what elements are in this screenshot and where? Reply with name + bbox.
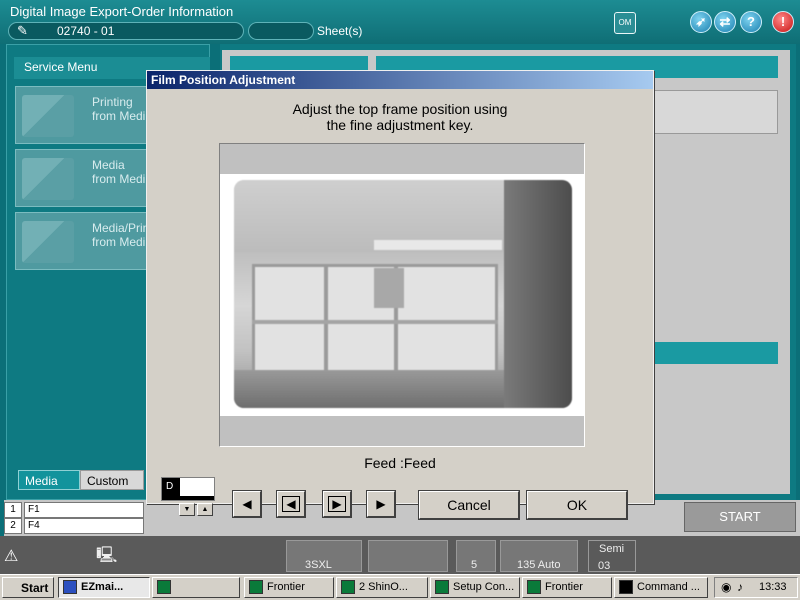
order-number-field: ✎ 02740 - 01 [8, 22, 244, 40]
sheets-count-field [248, 22, 314, 40]
sheets-label: Sheet(s) [317, 24, 363, 38]
warning-triangle-icon: ⚠ [4, 548, 19, 565]
feed-label: Feed :Feed [364, 455, 436, 471]
start-button-taskbar[interactable]: Start [2, 577, 54, 598]
taskbar-item[interactable]: Frontier [244, 577, 334, 598]
app-icon [249, 580, 263, 594]
density-label: D [162, 478, 180, 500]
status-cell: Semi [588, 540, 636, 572]
printing-icon [22, 95, 74, 137]
taskbar-item-label: Frontier [267, 581, 305, 593]
frame-back-button[interactable]: ◀ [232, 490, 262, 518]
info-box [654, 90, 778, 134]
cancel-button[interactable]: Cancel [418, 490, 520, 520]
computer-icon: 🖳 [96, 547, 118, 564]
spin-down-button[interactable]: ▼ [179, 503, 195, 516]
app-title: Digital Image Export-Order Information [10, 4, 234, 19]
help-icon[interactable]: ? [740, 11, 762, 33]
status-cell: 3SXL [286, 540, 362, 572]
tab-media[interactable]: Media [18, 470, 80, 490]
taskbar-item[interactable]: EZmai... [58, 577, 150, 598]
film-frame-image [234, 180, 572, 408]
service-item-label: Media/Prin from Medi [92, 221, 150, 249]
dialog-title: Film Position Adjustment [147, 71, 653, 89]
film-strip [220, 174, 584, 416]
dialog-message: Adjust the top frame position using the … [147, 101, 653, 133]
order-number: 02740 - 01 [57, 24, 115, 38]
fine-back-icon: ◀ [282, 496, 300, 512]
function-key-field[interactable]: F4 [24, 518, 144, 534]
taskbar-item-label: 2 ShinO... [359, 581, 408, 593]
service-item-label: Media from Medi [92, 158, 146, 186]
app-icon [435, 580, 449, 594]
info-header-lower [654, 342, 778, 364]
function-row-number: 2 [4, 518, 22, 534]
function-row-number: 1 [4, 502, 22, 518]
film-position-dialog: Film Position Adjustment Adjust the top … [146, 70, 654, 520]
taskbar-item-label: Frontier [545, 581, 583, 593]
taskbar-item[interactable]: 2 ShinO... [336, 577, 428, 598]
rocket-icon[interactable]: ➶ [690, 11, 712, 33]
app-header: Digital Image Export-Order Information ✎… [0, 0, 800, 44]
app-icon [63, 580, 77, 594]
fine-forward-button[interactable]: ▶ [322, 490, 352, 518]
frame-forward-button[interactable]: ▶ [366, 490, 396, 518]
om-icon[interactable]: OM [614, 12, 636, 34]
spin-up-button[interactable]: ▲ [197, 503, 213, 516]
tray-icon[interactable]: ◉ [721, 580, 731, 594]
edit-icon[interactable]: ✎ [17, 23, 33, 39]
taskbar-item[interactable]: Setup Con... [430, 577, 520, 598]
film-preview-frame [219, 143, 585, 447]
app-icon [341, 580, 355, 594]
start-button[interactable]: START [684, 502, 796, 532]
taskbar-item-label: EZmai... [81, 581, 124, 593]
media-icon [22, 158, 74, 200]
dialog-message-line: Adjust the top frame position using [292, 101, 508, 117]
status-cell: 5 [456, 540, 496, 572]
fine-back-button[interactable]: ◀ [276, 490, 306, 518]
function-key-field[interactable]: F1 [24, 502, 144, 518]
status-cell: 03 [598, 560, 611, 572]
system-tray: ◉ ♪ 13:33 [714, 577, 798, 598]
service-item-label: Printing from Medi [92, 95, 146, 123]
volume-icon[interactable]: ♪ [737, 580, 743, 594]
fine-forward-icon: ▶ [328, 496, 346, 512]
taskbar-item[interactable] [152, 577, 240, 598]
app-icon [157, 580, 171, 594]
taskbar-item-label: Setup Con... [453, 581, 515, 593]
swap-icon[interactable]: ⇄ [714, 11, 736, 33]
taskbar-item[interactable]: Command ... [614, 577, 708, 598]
density-bar [180, 496, 214, 500]
disc-icon [368, 540, 448, 572]
tab-custom[interactable]: Custom [80, 470, 144, 490]
clock: 13:33 [759, 581, 787, 593]
app-icon [527, 580, 541, 594]
ok-button[interactable]: OK [526, 490, 628, 520]
warning-icon[interactable]: ! [772, 11, 794, 33]
status-cell: 135 Auto [500, 540, 578, 572]
media-print-icon [22, 221, 74, 263]
dialog-message-line: the fine adjustment key. [326, 117, 474, 133]
density-indicator: D [161, 477, 215, 501]
taskbar-item-label: Command ... [637, 581, 700, 593]
command-prompt-icon [619, 580, 633, 594]
taskbar-item[interactable]: Frontier [522, 577, 612, 598]
